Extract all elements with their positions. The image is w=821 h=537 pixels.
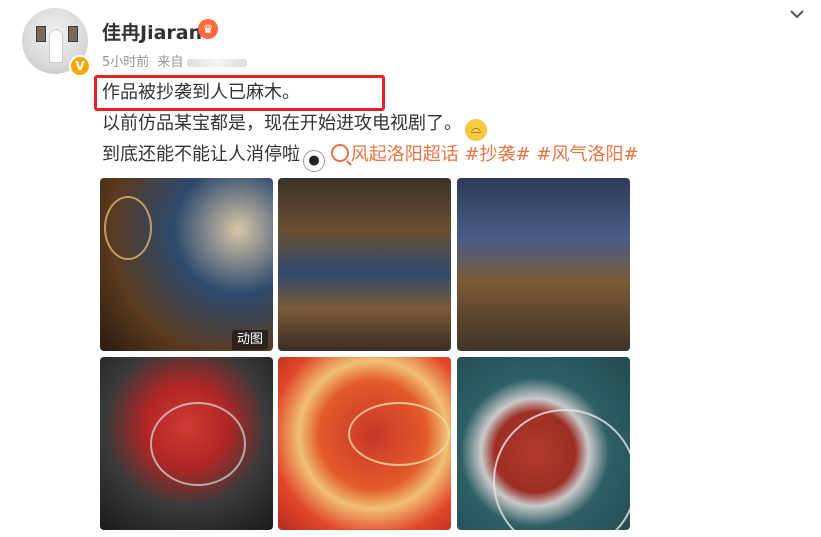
- post-text-line-2-text: 以前仿品某宝都是，现在开始进攻电视剧了。: [102, 113, 462, 134]
- post-text-line-3: 到底还能不能让人消停啦 ● 风起洛阳超话 #抄袭# #风气洛阳#: [102, 140, 639, 172]
- post-text-line-2: 以前仿品某宝都是，现在开始进攻电视剧了。 ⌓: [102, 109, 487, 141]
- round-fan-shape: [493, 409, 630, 530]
- avatar-frame-left: [36, 26, 46, 42]
- post-image-2[interactable]: [278, 178, 451, 351]
- topic-supertopic-label: 风起洛阳超话: [350, 144, 459, 165]
- highlight-box: [94, 75, 385, 111]
- post-image-4[interactable]: [100, 357, 273, 530]
- fan-prop-shape: [104, 196, 152, 260]
- topic-fengqi-luoyang[interactable]: #风气洛阳#: [536, 144, 638, 165]
- post-meta: 5小时前 来自: [102, 51, 248, 70]
- post-image-5[interactable]: [278, 357, 451, 530]
- post-image-1[interactable]: [100, 178, 273, 351]
- topic-plagiarism[interactable]: #抄袭#: [464, 144, 530, 165]
- post-image-6[interactable]: [457, 357, 630, 530]
- avatar-frame-right: [68, 26, 78, 42]
- username[interactable]: 佳冉Jiaran: [102, 18, 202, 45]
- round-fan-shape: [150, 402, 246, 486]
- post-image-3[interactable]: [457, 178, 630, 351]
- gif-badge: 动图: [232, 330, 269, 350]
- chevron-down-icon[interactable]: [789, 6, 805, 22]
- avatar-figure: [50, 30, 62, 62]
- post-source-label: 来自: [157, 55, 184, 70]
- verified-badge-icon: V: [69, 55, 91, 77]
- post-text-line-3-text: 到底还能不能让人消停啦: [102, 144, 300, 165]
- post-time[interactable]: 5小时前: [102, 55, 149, 70]
- search-icon: [330, 144, 349, 162]
- topic-supertopic[interactable]: 风起洛阳超话: [330, 144, 459, 165]
- sad-face-icon: ⌓: [465, 119, 487, 141]
- panda-emoji-icon: ●: [303, 150, 325, 172]
- round-fan-shape: [348, 402, 450, 466]
- post-source-redacted: [187, 58, 248, 67]
- member-crown-icon: ♛: [198, 19, 218, 39]
